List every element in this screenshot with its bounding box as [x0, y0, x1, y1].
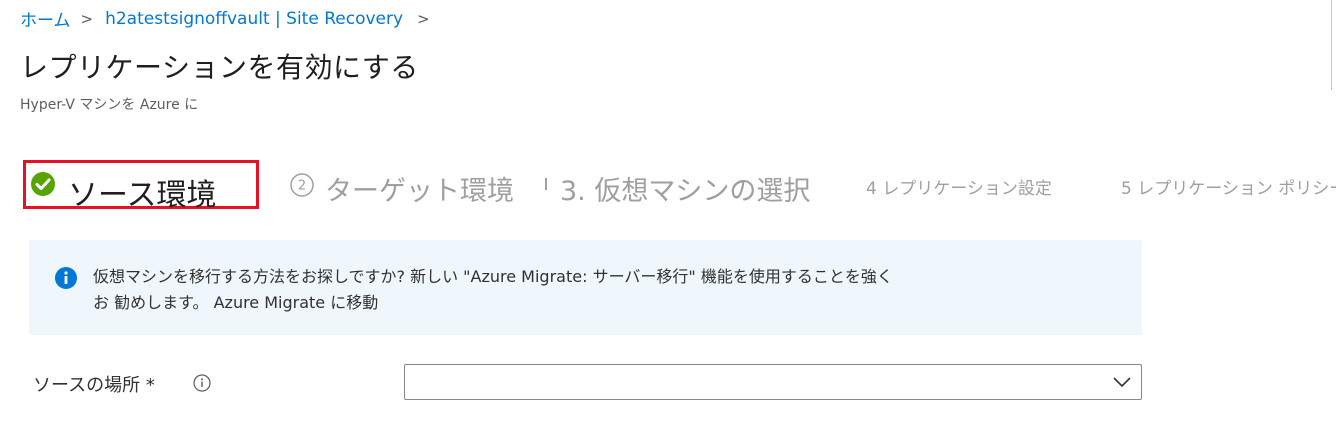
page-subtitle: Hyper-V マシンを Azure に — [20, 97, 199, 113]
source-location-dropdown[interactable] — [404, 364, 1142, 400]
breadcrumb-vault[interactable]: h2atestsignoffvault | Site Recovery — [105, 9, 403, 29]
enable-replication-page: ホーム > h2atestsignoffvault | Site Recover… — [0, 0, 1336, 436]
source-location-label: ソースの場所 * — [33, 375, 155, 396]
step-number-marker — [545, 178, 547, 190]
info-circle-icon[interactable] — [193, 374, 211, 392]
step-number-icon: 2 — [290, 173, 314, 197]
step-select-vms[interactable]: 3. 仮想マシンの選択 — [560, 169, 810, 208]
pane-divider — [1331, 0, 1332, 90]
info-message-line1: 仮想マシンを移行する方法をお探しですか? 新しい "Azure Migrate:… — [93, 267, 893, 286]
step-target-environment[interactable]: ターゲット環境 — [325, 169, 514, 208]
step-replication-policy[interactable]: 5 レプリケーション ポリシー — [1121, 174, 1336, 199]
chevron-down-icon — [1113, 377, 1131, 388]
breadcrumb-home[interactable]: ホーム — [20, 6, 71, 31]
breadcrumb: ホーム > h2atestsignoffvault | Site Recover… — [20, 6, 442, 32]
check-circle-icon — [31, 172, 55, 196]
breadcrumb-separator: > — [80, 9, 94, 28]
step-2-number: 2 — [298, 179, 306, 194]
step-source-environment[interactable]: ソース環境 — [68, 170, 217, 214]
page-title: レプリケーションを有効にする — [20, 51, 419, 84]
azure-migrate-link[interactable]: Azure Migrate に移動 — [214, 293, 379, 312]
breadcrumb-separator: > — [417, 9, 430, 28]
step-replication-settings[interactable]: 4 レプリケーション設定 — [866, 174, 1052, 199]
info-icon — [55, 267, 77, 289]
info-message: 仮想マシンを移行する方法をお探しですか? 新しい "Azure Migrate:… — [93, 264, 1103, 316]
info-message-line2: お 勧めします。 — [93, 293, 209, 312]
info-banner: 仮想マシンを移行する方法をお探しですか? 新しい "Azure Migrate:… — [29, 240, 1142, 335]
